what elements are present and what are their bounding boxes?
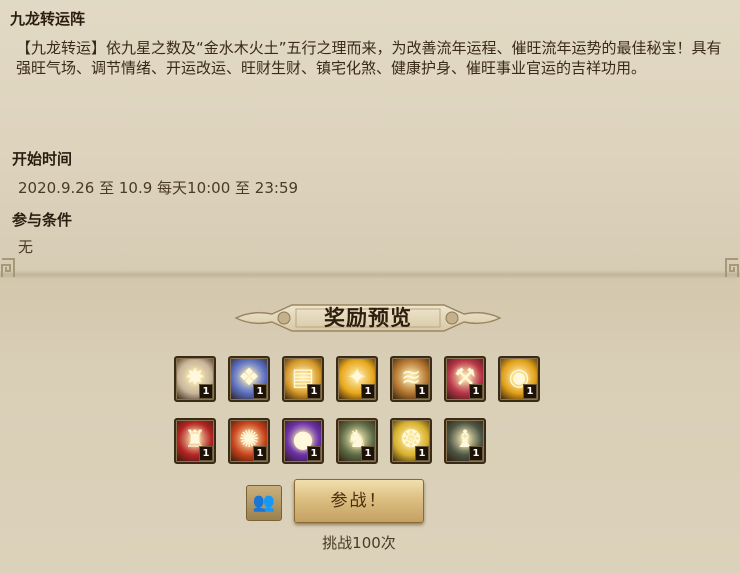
condition-value: 无	[18, 238, 34, 256]
reward-item[interactable]: ❂ 1	[390, 418, 432, 464]
section-divider	[0, 270, 740, 278]
item-count-badge: 1	[415, 384, 429, 399]
item-count-badge: 1	[361, 384, 375, 399]
reward-item[interactable]: ≋ 1	[390, 356, 432, 402]
item-count-badge: 1	[199, 384, 213, 399]
item-count-badge: 1	[253, 446, 267, 461]
event-title: 九龙转运阵	[10, 10, 86, 28]
reward-item[interactable]: ✸ 1	[174, 356, 216, 402]
item-count-badge: 1	[523, 384, 537, 399]
challenge-count: 挑战100次	[322, 534, 396, 552]
start-time-label: 开始时间	[12, 150, 73, 168]
reward-item[interactable]: ♞ 1	[336, 418, 378, 464]
reward-item[interactable]: ✺ 1	[228, 418, 270, 464]
event-description: 【九龙转运】依九星之数及“金水木火土”五行之理而来，为改善流年运程、催旺流年运势…	[16, 39, 722, 77]
item-count-badge: 1	[307, 384, 321, 399]
item-count-badge: 1	[199, 446, 213, 461]
reward-title: 奖励预览	[324, 306, 412, 330]
start-time-value: 2020.9.26 至 10.9 每天10:00 至 23:59	[18, 179, 299, 197]
reward-item[interactable]: ❖ 1	[228, 356, 270, 402]
item-count-badge: 1	[253, 384, 267, 399]
item-count-badge: 1	[415, 446, 429, 461]
reward-item[interactable]: ⚒ 1	[444, 356, 486, 402]
corner-ornament-right	[725, 258, 739, 277]
reward-item[interactable]: ♜ 1	[174, 418, 216, 464]
item-count-badge: 1	[361, 446, 375, 461]
reward-item[interactable]: ▤ 1	[282, 356, 324, 402]
item-count-badge: 1	[307, 446, 321, 461]
item-count-badge: 1	[469, 384, 483, 399]
reward-item[interactable]: ♝ 1	[444, 418, 486, 464]
item-count-badge: 1	[469, 446, 483, 461]
corner-ornament-left	[1, 258, 15, 277]
join-battle-button[interactable]: 参战！	[294, 479, 424, 523]
reward-item[interactable]: ◉ 1	[498, 356, 540, 402]
reward-item[interactable]: ✦ 1	[336, 356, 378, 402]
condition-label: 参与条件	[12, 211, 73, 229]
team-icon: 👥	[252, 492, 276, 513]
team-button[interactable]: 👥	[246, 485, 282, 521]
reward-item[interactable]: ● 1	[282, 418, 324, 464]
